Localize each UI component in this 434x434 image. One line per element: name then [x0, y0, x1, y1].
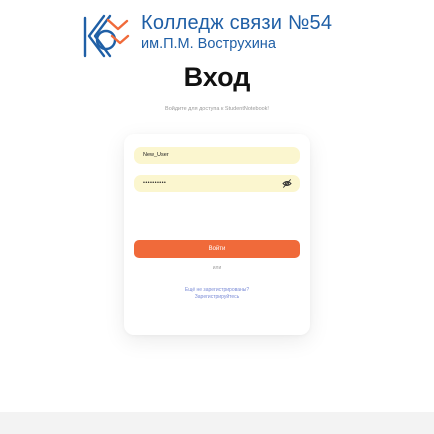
eye-off-icon[interactable] [282, 179, 292, 188]
college-name: Колледж связи №54 [141, 12, 333, 34]
or-divider: или [212, 265, 222, 271]
footer-bar [0, 412, 434, 434]
register-link[interactable]: Зарегистрируйтесь [124, 294, 310, 300]
login-card: New_User •••••••••• Войти или Ещё не зар… [124, 134, 310, 335]
register-question: Ещё не зарегистрированы? [184, 287, 250, 293]
page-subtitle: Войдите для доступа к StudentNotebook! [165, 106, 269, 112]
college-logo-icon [83, 14, 130, 58]
college-subtitle: им.П.М. Вострухина [141, 36, 276, 52]
password-input[interactable]: •••••••••• [134, 175, 300, 192]
page-title: Вход [183, 62, 251, 92]
login-button[interactable]: Войти [134, 240, 300, 258]
password-value: •••••••••• [143, 180, 167, 186]
login-input[interactable]: New_User [134, 147, 300, 164]
